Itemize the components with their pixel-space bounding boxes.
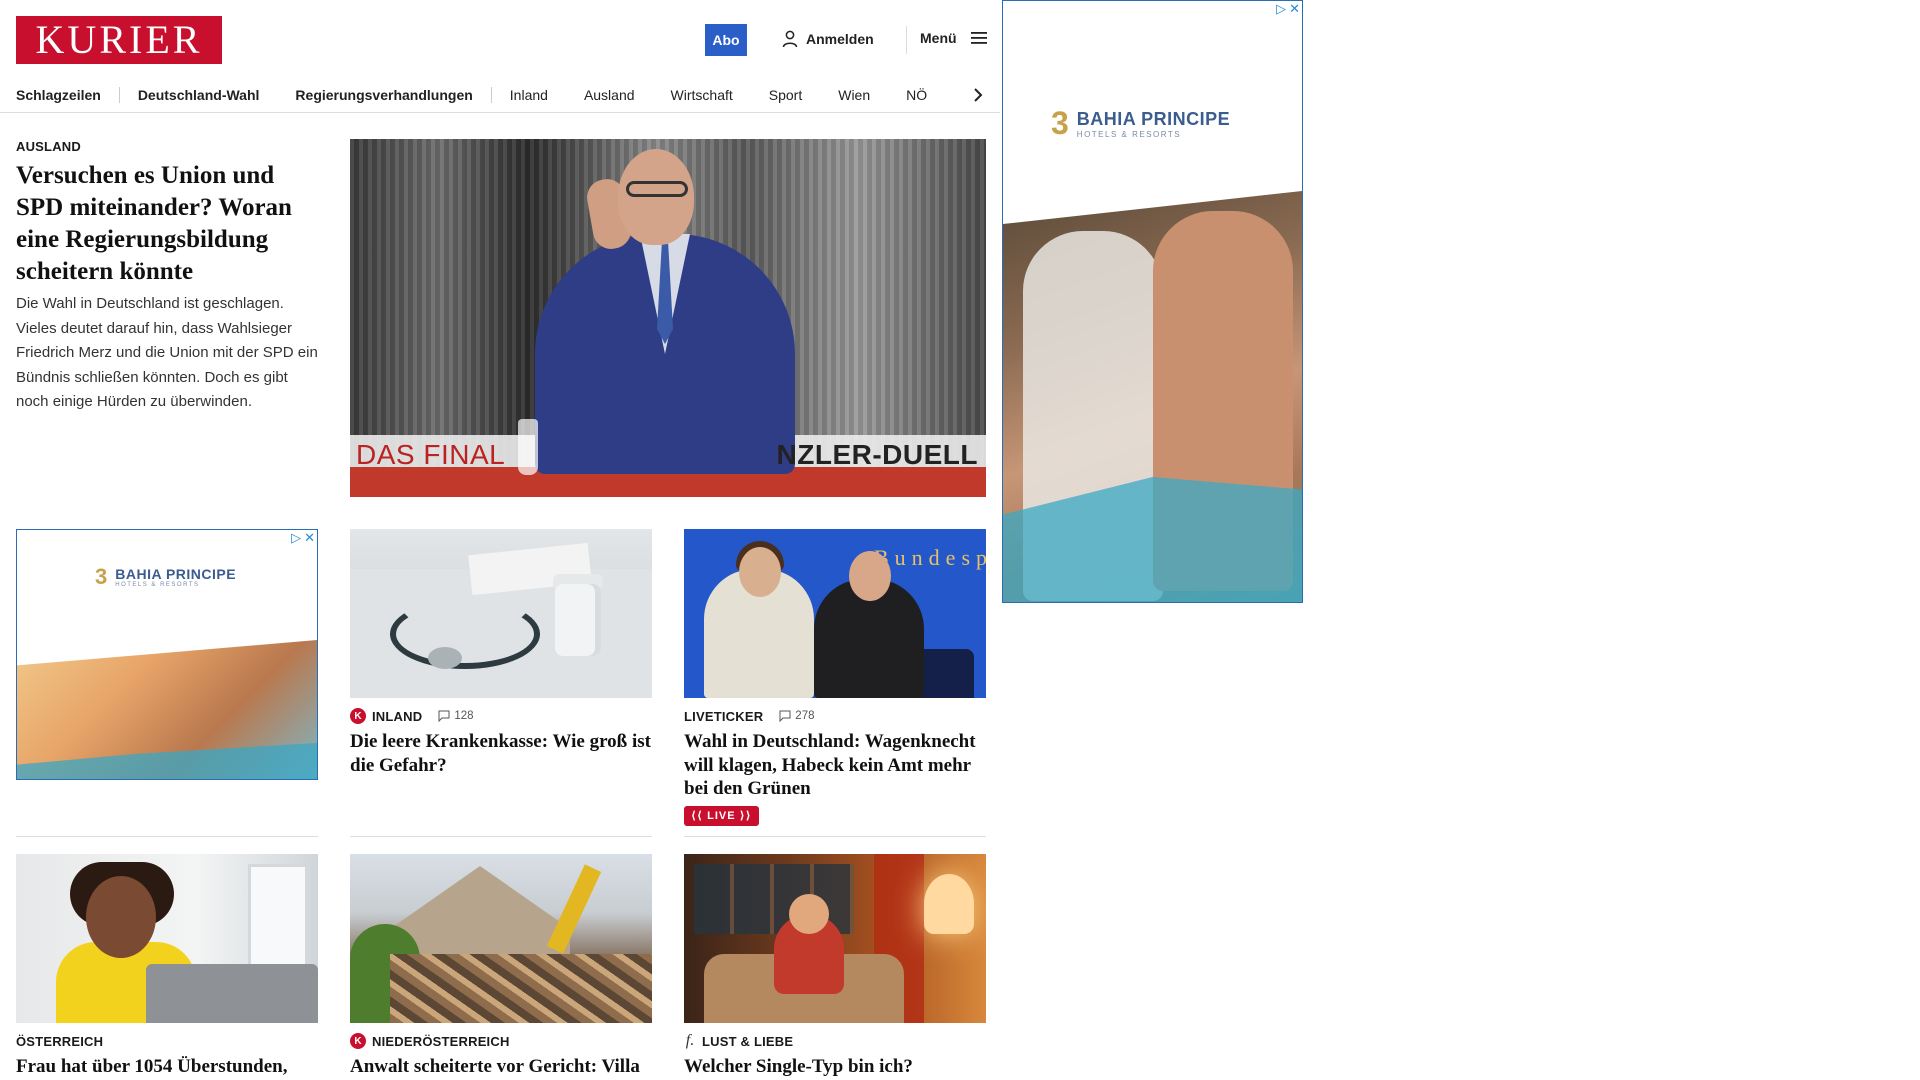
- ad-controls: ▷ ✕: [291, 531, 315, 544]
- comment-count[interactable]: 278: [779, 710, 814, 722]
- row-divider: [350, 836, 652, 837]
- nav-item-regierungsverhandlungen[interactable]: Regierungsverhandlungen: [295, 87, 472, 103]
- live-badge: ⟨⟨ LIVE ⟩⟩: [684, 805, 759, 826]
- ad-brand-name: BAHIA PRINCIPE: [115, 566, 237, 582]
- kurier-logo[interactable]: KURIER: [16, 16, 222, 64]
- lead-kicker[interactable]: AUSLAND: [16, 139, 81, 154]
- article-kicker[interactable]: NIEDERÖSTERREICH: [372, 1034, 510, 1049]
- nav-divider: [490, 87, 492, 103]
- article-kicker[interactable]: ÖSTERREICH: [16, 1034, 103, 1049]
- ad-controls: ▷ ✕: [1276, 2, 1300, 15]
- nav-scroll-right-button[interactable]: [968, 78, 988, 112]
- nav-item-wien[interactable]: Wien: [838, 87, 870, 103]
- site-content: KURIER Abo Anmelden Menü Schlagzeilen De…: [0, 0, 1000, 1080]
- header-rule: [0, 112, 1000, 113]
- hamburger-icon: [970, 32, 987, 44]
- article-card[interactable]: ÖSTERREICH Frau hat über 1054 Überstunde…: [16, 854, 318, 1080]
- kurier-plus-badge-icon: K: [350, 1033, 366, 1049]
- ad-brand: 3 BAHIA PRINCIPE HOTELS & RESORTS: [1051, 105, 1230, 142]
- abo-button[interactable]: Abo: [705, 24, 747, 56]
- ad-banner-skyscraper[interactable]: ▷ ✕ 3 BAHIA PRINCIPE HOTELS & RESORTS: [1002, 0, 1303, 603]
- comment-count-value: 278: [795, 710, 815, 722]
- article-kicker[interactable]: INLAND: [372, 709, 422, 724]
- article-image[interactable]: [16, 854, 318, 1023]
- brand-sun-icon: 3: [95, 564, 108, 589]
- article-headline[interactable]: Frau hat über 1054 Überstunden, Firma za…: [16, 1055, 318, 1080]
- image-backdrop-text: Bundesp: [874, 545, 986, 570]
- article-card[interactable]: K NIEDERÖSTERREICH Anwalt scheiterte vor…: [350, 854, 652, 1080]
- ad-choices-icon[interactable]: ▷: [1276, 2, 1286, 15]
- lead-teaser: Die Wahl in Deutschland ist geschlagen. …: [16, 295, 318, 410]
- article-card[interactable]: Bundesp LIVETICKER 278 Wahl in Deutschla…: [684, 529, 986, 826]
- nav-item-ausland[interactable]: Ausland: [584, 87, 635, 103]
- article-kicker[interactable]: LIVETICKER: [684, 709, 763, 724]
- login-button[interactable]: Anmelden: [782, 30, 874, 48]
- row-divider: [684, 836, 986, 837]
- menu-button[interactable]: Menü: [920, 30, 987, 46]
- article-headline[interactable]: Wahl in Deutschland: Wagenknecht will kl…: [684, 730, 986, 801]
- nav-item-noe[interactable]: NÖ: [906, 87, 927, 103]
- chevron-right-icon: [974, 88, 983, 102]
- lead-headline[interactable]: Versuchen es Union und SPD miteinander? …: [16, 160, 316, 288]
- menu-label: Menü: [920, 30, 957, 46]
- kurier-plus-badge-icon: K: [350, 708, 366, 724]
- ad-close-icon[interactable]: ✕: [304, 531, 315, 544]
- lead-image[interactable]: DAS FINAL NZLER-DUELL: [350, 139, 986, 497]
- header-divider: [906, 26, 907, 54]
- article-headline[interactable]: Welcher Single-Typ bin ich?: [684, 1055, 986, 1079]
- comment-icon: [779, 710, 791, 722]
- image-caption-right: NZLER-DUELL: [776, 439, 978, 470]
- nav-item-wirtschaft[interactable]: Wirtschaft: [671, 87, 733, 103]
- ad-close-icon[interactable]: ✕: [1289, 2, 1300, 15]
- article-headline[interactable]: Anwalt scheiterte vor Gericht: Villa im …: [350, 1055, 652, 1080]
- login-label: Anmelden: [806, 31, 874, 47]
- image-caption-left: DAS FINAL: [356, 439, 506, 470]
- ad-banner-small[interactable]: ▷ ✕ 3 BAHIA PRINCIPE HOTELS & RESORTS: [16, 529, 318, 780]
- article-image[interactable]: Bundesp: [684, 529, 986, 698]
- comment-count[interactable]: 128: [438, 710, 474, 722]
- nav-item-inland[interactable]: Inland: [510, 87, 548, 103]
- brand-sun-icon: 3: [1051, 105, 1069, 141]
- nav-item-sport[interactable]: Sport: [769, 87, 802, 103]
- article-image[interactable]: [350, 529, 652, 698]
- nav-item-schlagzeilen[interactable]: Schlagzeilen: [16, 87, 101, 103]
- ad-choices-icon[interactable]: ▷: [291, 531, 301, 544]
- user-icon: [782, 30, 798, 48]
- ad-brand-sub: HOTELS & RESORTS: [1076, 129, 1182, 139]
- comment-count-value: 128: [454, 710, 474, 722]
- freizeit-badge-icon: f.: [685, 1032, 695, 1049]
- article-card[interactable]: f. LUST & LIEBE Welcher Single-Typ bin i…: [684, 854, 986, 1079]
- nav-divider: [118, 87, 120, 103]
- article-kicker[interactable]: LUST & LIEBE: [702, 1034, 793, 1049]
- article-image[interactable]: [350, 854, 652, 1023]
- section-nav: Schlagzeilen Deutschland-Wahl Regierungs…: [16, 78, 986, 112]
- comment-icon: [438, 710, 450, 722]
- ad-brand: 3 BAHIA PRINCIPE HOTELS & RESORTS: [95, 564, 236, 590]
- ad-brand-sub: HOTELS & RESORTS: [115, 582, 200, 588]
- ad-brand-name: BAHIA PRINCIPE: [1076, 108, 1231, 129]
- article-headline[interactable]: Die leere Krankenkasse: Wie groß ist die…: [350, 730, 652, 777]
- article-card[interactable]: K INLAND 128 Die leere Krankenkasse: Wie…: [350, 529, 652, 777]
- row-divider: [16, 836, 318, 837]
- nav-item-deutschland-wahl[interactable]: Deutschland-Wahl: [138, 87, 260, 103]
- article-image[interactable]: [684, 854, 986, 1023]
